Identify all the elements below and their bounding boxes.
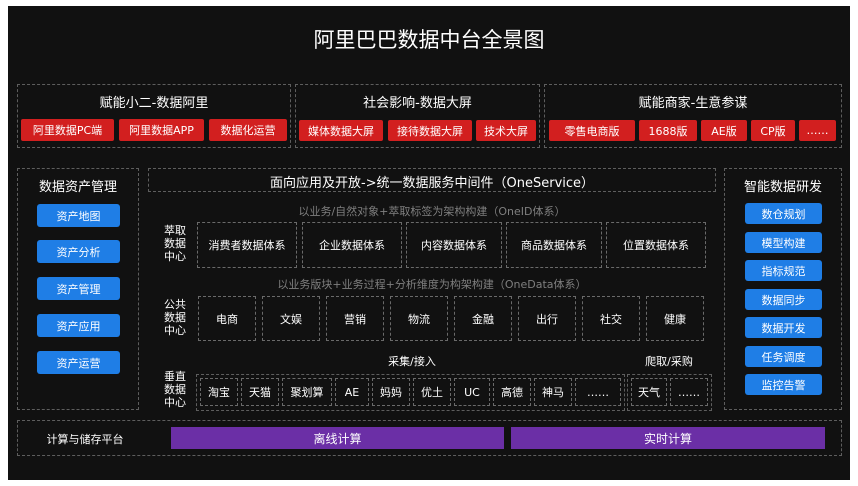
content-data-system[interactable]: 内容数据体系	[406, 222, 502, 268]
collect-access-label: 采集/接入	[388, 355, 436, 368]
oneid-subtitle: 以业务/自然对象+萃取标签为架构构建（OneID体系）	[298, 205, 566, 218]
tech-screen-button[interactable]: 技术大屏	[476, 120, 536, 141]
domain-health[interactable]: 健康	[646, 296, 704, 341]
model-building-button[interactable]: 模型构建	[745, 232, 822, 253]
location-data-system[interactable]: 位置数据体系	[606, 222, 706, 268]
domain-marketing[interactable]: 营销	[326, 296, 384, 341]
platform-label: 计算与储存平台	[46, 433, 124, 446]
top-section-merchant-title: 赋能商家-生意参谋	[638, 96, 748, 111]
onedata-subtitle: 以业务版块+业务过程+分析维度为构架构建（OneData体系）	[277, 278, 587, 291]
page-title: 阿里巴巴数据中台全景图	[313, 28, 545, 52]
public-label-line-3: 中心	[164, 324, 186, 337]
public-label-line-2: 数据	[164, 311, 186, 324]
top-section-screen-title: 社会影响-数据大屏	[363, 96, 472, 111]
offline-compute-bar[interactable]: 离线计算	[171, 427, 504, 449]
data-dev-title: 智能数据研发	[743, 180, 822, 195]
warehouse-planning-button[interactable]: 数仓规划	[745, 203, 822, 224]
source-uc[interactable]: UC	[454, 378, 490, 406]
domain-finance[interactable]: 金融	[454, 296, 512, 341]
source-juhuasuan[interactable]: 聚划算	[282, 378, 332, 406]
asset-operation-button[interactable]: 资产运营	[37, 351, 120, 374]
asset-management-title: 数据资产管理	[38, 180, 117, 195]
domain-travel[interactable]: 出行	[518, 296, 576, 341]
source-ae[interactable]: AE	[335, 378, 369, 406]
vertical-label-line-3: 中心	[164, 396, 186, 409]
domain-entertainment[interactable]: 文娱	[262, 296, 320, 341]
realtime-compute-bar[interactable]: 实时计算	[511, 427, 825, 449]
source-more[interactable]: ……	[575, 378, 621, 406]
source-youtu[interactable]: 优土	[413, 378, 451, 406]
crawl-purchase-label: 爬取/采购	[645, 355, 693, 368]
cp-button[interactable]: CP版	[751, 120, 795, 141]
app-button[interactable]: 阿里数据APP	[119, 119, 204, 141]
extract-label-line-2: 数据	[164, 237, 186, 250]
1688-button[interactable]: 1688版	[639, 120, 697, 141]
consumer-data-system[interactable]: 消费者数据体系	[197, 222, 297, 268]
oneservice-title: 面向应用及开放->统一数据服务中间件（OneService）	[269, 176, 595, 191]
product-data-system[interactable]: 商品数据体系	[506, 222, 602, 268]
extract-label-line-1: 萃取	[164, 224, 186, 237]
public-center-label: 公共 数据 中心	[158, 298, 192, 337]
data-sync-button[interactable]: 数据同步	[745, 289, 822, 310]
asset-application-button[interactable]: 资产应用	[37, 314, 120, 337]
domain-logistics[interactable]: 物流	[390, 296, 448, 341]
more-button[interactable]: ……	[799, 120, 836, 141]
domain-social[interactable]: 社交	[582, 296, 640, 341]
domain-ecommerce[interactable]: 电商	[198, 296, 256, 341]
monitoring-alert-button[interactable]: 监控告警	[745, 374, 822, 395]
source-gaode[interactable]: 高德	[493, 378, 531, 406]
data-develop-button[interactable]: 数据开发	[745, 317, 822, 338]
reception-screen-button[interactable]: 接待数据大屏	[388, 120, 472, 141]
vertical-label-line-1: 垂直	[164, 370, 186, 383]
task-scheduling-button[interactable]: 任务调度	[745, 346, 822, 367]
pc-button[interactable]: 阿里数据PC端	[21, 119, 114, 141]
public-label-line-1: 公共	[164, 298, 186, 311]
extract-center-label: 萃取 数据 中心	[158, 224, 192, 263]
media-screen-button[interactable]: 媒体数据大屏	[299, 120, 383, 141]
source-mama[interactable]: 妈妈	[372, 378, 410, 406]
ae-button[interactable]: AE版	[701, 120, 747, 141]
source-taobao[interactable]: 淘宝	[200, 378, 238, 406]
source-tmall[interactable]: 天猫	[241, 378, 279, 406]
metric-spec-button[interactable]: 指标规范	[745, 260, 822, 281]
enterprise-data-system[interactable]: 企业数据体系	[302, 222, 402, 268]
asset-analysis-button[interactable]: 资产分析	[37, 240, 120, 263]
vertical-label-line-2: 数据	[164, 383, 186, 396]
retail-button[interactable]: 零售电商版	[549, 120, 635, 141]
asset-map-button[interactable]: 资产地图	[37, 204, 120, 227]
vertical-center-label: 垂直 数据 中心	[158, 370, 192, 409]
operation-button[interactable]: 数据化运营	[209, 119, 287, 141]
source-shenma[interactable]: 神马	[534, 378, 572, 406]
extract-label-line-3: 中心	[164, 250, 186, 263]
crawl-more[interactable]: ……	[670, 378, 708, 406]
top-section-staff-title: 赋能小二-数据阿里	[99, 96, 209, 111]
asset-manage-button[interactable]: 资产管理	[37, 277, 120, 300]
source-weather[interactable]: 天气	[631, 378, 667, 406]
